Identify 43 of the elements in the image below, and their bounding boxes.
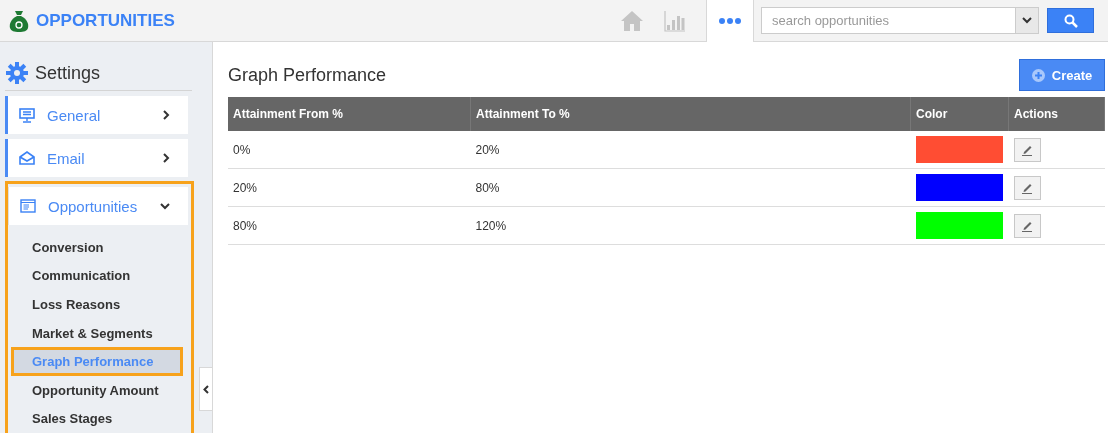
column-header: Color bbox=[910, 97, 1009, 131]
menu-item[interactable]: Conversion bbox=[11, 233, 183, 262]
search-button[interactable] bbox=[1047, 8, 1094, 33]
table-cell: 20% bbox=[470, 131, 911, 169]
chevron-right-icon bbox=[163, 110, 170, 120]
settings-icon bbox=[6, 62, 28, 84]
pencil-icon bbox=[1021, 143, 1033, 156]
money-bag-icon bbox=[9, 9, 29, 32]
sidebar-title: Settings bbox=[35, 62, 101, 84]
chevron-down-icon bbox=[1022, 17, 1032, 24]
more-icon bbox=[719, 17, 741, 24]
search-field[interactable]: search opportunities bbox=[761, 7, 1015, 34]
edit-button[interactable] bbox=[1013, 137, 1041, 162]
edit-button[interactable] bbox=[1013, 175, 1041, 200]
chevron-right-icon bbox=[163, 153, 170, 163]
collapse-button[interactable] bbox=[199, 367, 212, 411]
pencil-icon bbox=[1021, 219, 1033, 232]
table-cell: 20% bbox=[228, 168, 471, 207]
menu-item[interactable]: Market & Segments bbox=[11, 318, 183, 348]
window-icon bbox=[20, 199, 36, 213]
table-cell: 0% bbox=[228, 131, 471, 169]
envelope-icon bbox=[19, 151, 35, 165]
table-cell: 80% bbox=[228, 206, 471, 245]
pencil-icon bbox=[1021, 181, 1033, 194]
edit-button[interactable] bbox=[1013, 213, 1041, 238]
column-header: Attainment From % bbox=[228, 97, 471, 131]
menu-item[interactable]: Communication bbox=[11, 261, 183, 291]
chevron-left-icon bbox=[203, 384, 209, 394]
search-icon bbox=[1063, 13, 1078, 28]
column-header: Actions bbox=[1008, 97, 1105, 131]
more-button[interactable] bbox=[706, 0, 754, 42]
table-cell: 120% bbox=[470, 206, 911, 245]
page-title: Graph Performance bbox=[228, 64, 387, 86]
dropdown-button[interactable] bbox=[1015, 7, 1039, 34]
column-header: Attainment To % bbox=[470, 97, 911, 131]
table-cell: 80% bbox=[470, 168, 911, 207]
app-title: OPPORTUNITIES bbox=[36, 10, 175, 31]
menu-item[interactable]: Loss Reasons bbox=[11, 290, 183, 319]
plus-circle-icon bbox=[1031, 68, 1045, 82]
chevron-down-icon bbox=[160, 202, 170, 210]
menu-item[interactable]: Sales Stages bbox=[11, 404, 183, 433]
monitor-icon bbox=[19, 107, 35, 123]
menu-item[interactable]: Opportunity Amount bbox=[11, 375, 183, 405]
